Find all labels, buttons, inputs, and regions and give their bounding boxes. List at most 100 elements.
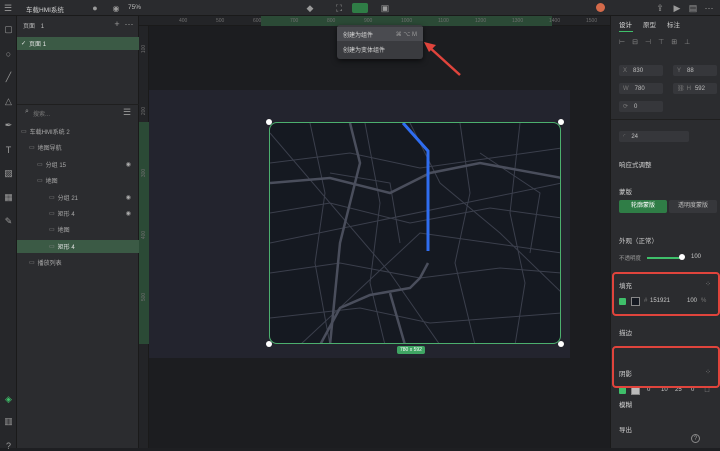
ellipse-tool-icon[interactable]: ○ [3,48,14,59]
play-icon[interactable]: ▶ [672,3,682,13]
menu-item-create-component[interactable]: 创建为组件 ⌘ ⌥ M [337,27,423,41]
ruler-tick-label: 1000 [401,18,413,24]
share-icon[interactable]: ⇪ [655,3,665,13]
top-toolbar: ☰ 车载HMI系统 ● ◉ 75% ◆ ⛶ ▣ ⇪ ▶ ▤ ⋯ [0,0,720,16]
ruler-tick-label: 300 [141,168,148,178]
create-component-button[interactable] [352,3,368,13]
image-tool-icon[interactable]: ▨ [3,168,14,179]
x-label: X [623,67,628,74]
align-right-icon[interactable]: ⊣ [645,38,651,52]
blur-label: 模糊 [619,402,632,409]
tab-annotate[interactable]: 标注 [667,16,680,32]
chat-icon[interactable]: ● [90,3,100,13]
code-icon[interactable]: ▤ [688,3,698,13]
layer-label: 车载HMI系统 2 [29,130,70,136]
more-icon[interactable]: ⋯ [704,3,714,13]
rotation-field[interactable]: ⟳ 0 [619,101,663,112]
text-tool-icon[interactable]: T [3,144,14,155]
mask-icon[interactable]: ▣ [380,3,390,13]
menu-item-shortcut: ⌘ ⌥ M [395,31,417,38]
opacity-value[interactable]: 100 [691,254,701,260]
opacity-slider-thumb[interactable] [679,254,685,260]
h-label: H [686,85,691,92]
page-item[interactable]: ✓ 页面 1 [17,37,139,50]
help-circle-icon[interactable]: ? [691,434,700,443]
layer-item[interactable]: ▭ 矩形 4 ◉ [17,207,139,220]
layer-item[interactable]: ▭ 分组 21 ◉ [17,191,139,204]
shadow-checkbox[interactable] [619,387,626,394]
map-frame[interactable] [269,122,561,344]
align-bottom-icon[interactable]: ⊥ [684,38,690,52]
layer-item[interactable]: ▭ 地图 [17,223,139,236]
avatar[interactable] [596,3,605,12]
layer-item[interactable]: ▭ 车载HMI系统 2 [17,125,139,138]
search-input[interactable]: 搜索... [33,109,50,118]
filter-icon[interactable]: ☰ [123,107,131,117]
layers-icon[interactable]: ◈ [3,394,14,405]
ruler-tick-label: 1400 [549,18,561,24]
page-label: 页面 1 [29,42,47,48]
layer-item[interactable]: ▭ 地图 [17,174,139,187]
y-field[interactable]: Y 88 [673,65,717,76]
frame-tool-icon[interactable]: ▢ [3,24,14,35]
layout-option-a[interactable]: 轮廓蒙版 [619,200,667,213]
resize-handle[interactable] [558,341,564,347]
ruler-tick-label: 800 [327,18,336,24]
more-pages-icon[interactable]: ⋯ [125,19,134,29]
align-top-icon[interactable]: ⊤ [658,38,664,52]
align-toolbar[interactable]: ⊢ ⊟ ⊣ ⊤ ⊞ ⊥ [619,38,719,52]
layer-item[interactable]: ▭ 分组 15 ◉ [17,158,139,171]
route-line [401,123,430,251]
project-title[interactable]: 车载HMI系统 [26,4,64,14]
radius-value: 24 [631,133,639,140]
appearance-label[interactable]: 外观（正常） [619,235,658,245]
eye-icon[interactable]: ◉ [126,210,131,217]
pages-header: 页面 1 [23,21,44,30]
zoom-level[interactable]: 75% [128,4,141,11]
tab-prototype[interactable]: 原型 [643,16,656,32]
w-field[interactable]: W 780 [619,83,663,94]
context-menu: 创建为组件 ⌘ ⌥ M 创建为变体组件 [337,25,423,59]
annotation-arrow [424,42,461,76]
layer-label: 地图 [57,228,70,235]
slice-tool-icon[interactable]: ▦ [3,192,14,203]
menu-item-create-variant[interactable]: 创建为变体组件 [337,42,423,56]
component-icon[interactable]: ◆ [305,3,315,13]
layout-option-b[interactable]: 透明度蒙版 [669,200,717,213]
folder-icon: ▭ [37,178,43,185]
line-tool-icon[interactable]: ╱ [3,72,14,83]
rotation-icon: ⟳ [623,104,629,110]
layer-item[interactable]: ▭ 地图导航 [17,141,139,154]
add-page-icon[interactable]: + [113,19,121,29]
resize-handle[interactable] [266,119,272,125]
eye-icon[interactable]: ◉ [126,161,131,168]
pen-tool-icon[interactable]: ✒ [3,120,14,131]
radius-field[interactable]: ◜ 24 [619,131,689,142]
frame-icon[interactable]: ⛶ [334,3,344,13]
layer-item[interactable]: ▭ 播放列表 [17,256,139,269]
layer-label: 分组 15 [45,162,67,169]
folder-icon: ▭ [49,227,55,234]
help-icon[interactable]: ? [3,440,14,451]
opacity-slider[interactable] [647,257,681,259]
eye-icon[interactable]: ◉ [126,194,131,201]
lock-ratio-icon[interactable]: ⛓ [677,85,685,92]
vertical-ruler: 100 200 300 400 500 [139,26,149,448]
align-middle-icon[interactable]: ⊞ [671,38,677,52]
menu-icon[interactable]: ☰ [3,3,13,13]
h-field[interactable]: ⛓ H 592 [673,83,717,94]
layer-item[interactable]: ▭ 矩形 4 [17,239,139,253]
assets-icon[interactable]: ▥ [3,416,14,427]
fill-highlight [612,272,720,316]
align-center-icon[interactable]: ⊟ [632,38,638,52]
tab-design[interactable]: 设计 [619,16,632,32]
resize-handle[interactable] [558,119,564,125]
folder-icon: ▭ [49,194,55,201]
resize-handle[interactable] [266,341,272,347]
brush-tool-icon[interactable]: ✎ [3,216,14,227]
ruler-tick-label: 900 [364,18,373,24]
align-left-icon[interactable]: ⊢ [619,38,625,52]
triangle-tool-icon[interactable]: △ [3,96,14,107]
x-field[interactable]: X 830 [619,65,663,76]
globe-icon[interactable]: ◉ [111,3,121,13]
